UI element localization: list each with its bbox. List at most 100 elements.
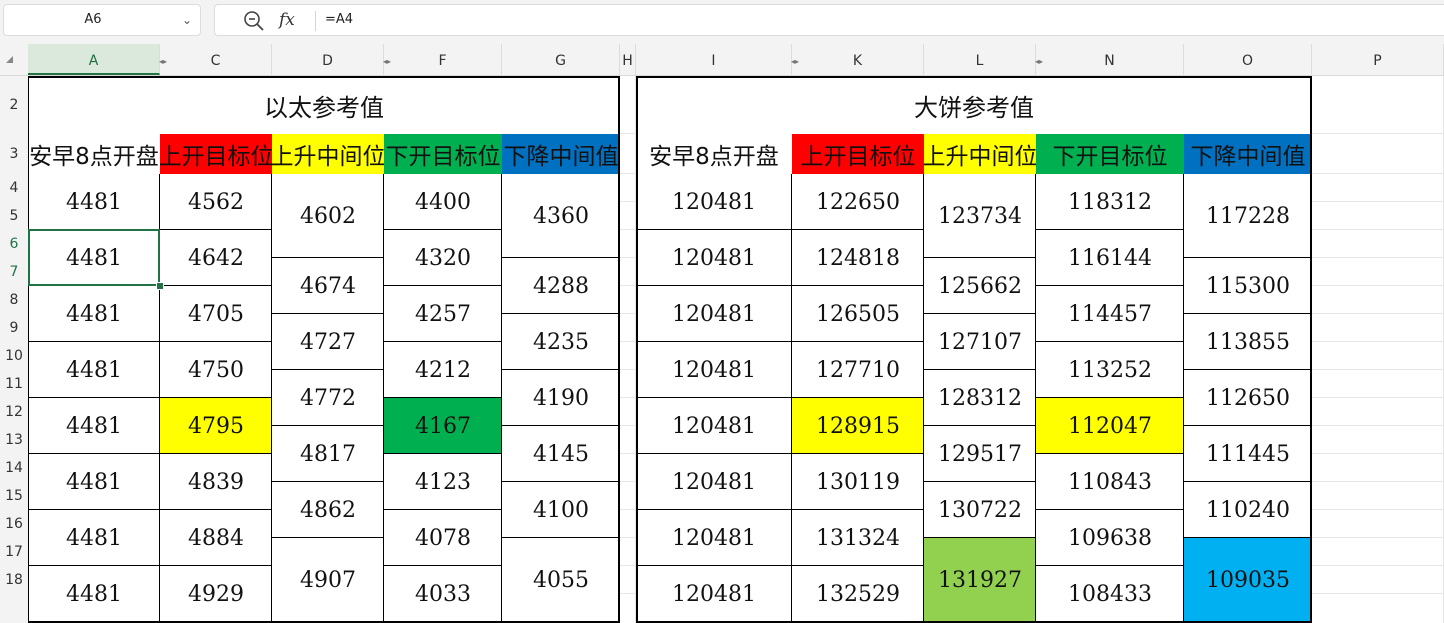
data-cell-down-mid[interactable]: 4288 [502,258,620,314]
column-header-d[interactable]: D ◂▸ [272,44,391,75]
data-cell-down-target[interactable]: 118312 [1036,174,1184,230]
data-cell-up-mid[interactable]: 128312 [924,370,1036,426]
zoom-icon[interactable] [243,10,265,32]
data-cell-up-target[interactable]: 4795 [160,398,272,454]
selected-cell[interactable] [28,229,160,286]
data-cell-down-mid[interactable]: 110240 [1184,482,1312,538]
function-icon[interactable]: fx [279,7,295,33]
row-header-18[interactable]: 18 [0,566,28,594]
row-header-14[interactable]: 14 [0,454,28,482]
data-cell-open-price[interactable]: 120481 [636,230,792,286]
column-title-down-mid[interactable]: 下降中间值 [502,134,620,174]
data-cell-open-price[interactable]: 120481 [636,286,792,342]
data-cell-up-target[interactable]: 4705 [160,286,272,342]
data-cell-up-mid[interactable]: 4674 [272,258,384,314]
column-title-up-target[interactable]: 上开目标位 [792,134,924,174]
column-title-up-mid[interactable]: 上升中间位 [924,134,1036,174]
data-cell-up-target[interactable]: 126505 [792,286,924,342]
data-cell-up-target[interactable]: 4884 [160,510,272,566]
data-cell-up-target[interactable]: 132529 [792,566,924,623]
data-cell-down-target[interactable]: 110843 [1036,454,1184,510]
data-cell-up-target[interactable]: 124818 [792,230,924,286]
data-cell-up-mid[interactable]: 130722 [924,482,1036,538]
row-header-17[interactable]: 17 [0,538,28,566]
data-cell-up-mid[interactable]: 4602 [272,174,384,258]
hidden-columns-icon[interactable]: ◂▸ [159,58,167,66]
data-cell-open-price[interactable]: 120481 [636,510,792,566]
data-cell-open-price[interactable]: 120481 [636,398,792,454]
data-cell-open-price[interactable]: 4481 [28,510,160,566]
data-cell-down-target[interactable]: 116144 [1036,230,1184,286]
data-cell-down-target[interactable]: 109638 [1036,510,1184,566]
column-title-down-target[interactable]: 下开目标位 [1036,134,1184,174]
data-cell-down-target[interactable]: 114457 [1036,286,1184,342]
section-title[interactable]: 以太参考值 [28,76,620,134]
row-header-9[interactable]: 9 [0,314,28,342]
column-header-a[interactable]: A ◂▸ [28,44,167,75]
data-cell-open-price[interactable]: 4481 [28,342,160,398]
data-cell-open-price[interactable]: 120481 [636,342,792,398]
column-header-i[interactable]: I ◂▸ [636,44,799,75]
column-header-f[interactable]: F [384,44,502,75]
row-header-7[interactable]: 7 [0,258,28,286]
column-header-c[interactable]: C [160,44,272,75]
data-cell-down-mid[interactable]: 4190 [502,370,620,426]
data-cell-up-target[interactable]: 131324 [792,510,924,566]
data-cell-down-target[interactable]: 113252 [1036,342,1184,398]
data-cell-up-mid[interactable]: 4907 [272,538,384,623]
data-cell-up-mid[interactable]: 129517 [924,426,1036,482]
data-cell-open-price[interactable]: 120481 [636,174,792,230]
column-title-up-target[interactable]: 上开目标位 [160,134,272,174]
column-header-g[interactable]: G [502,44,620,75]
data-cell-down-target[interactable]: 112047 [1036,398,1184,454]
data-cell-up-mid[interactable]: 125662 [924,258,1036,314]
data-cell-up-mid[interactable]: 4772 [272,370,384,426]
data-cell-up-mid[interactable]: 127107 [924,314,1036,370]
data-cell-open-price[interactable]: 4481 [28,566,160,623]
column-title-open-price[interactable]: 安早8点开盘 [636,134,792,174]
data-cell-down-mid[interactable]: 4235 [502,314,620,370]
hidden-columns-icon[interactable]: ◂▸ [383,58,391,66]
data-cell-up-target[interactable]: 4929 [160,566,272,623]
data-cell-down-target[interactable]: 4212 [384,342,502,398]
data-cell-open-price[interactable]: 120481 [636,566,792,623]
formula-input[interactable]: =A4 [325,5,353,35]
data-cell-up-target[interactable]: 4642 [160,230,272,286]
data-cell-down-mid[interactable]: 113855 [1184,314,1312,370]
column-header-p[interactable]: P [1312,44,1444,75]
row-header-16[interactable]: 16 [0,510,28,538]
data-cell-up-target[interactable]: 4839 [160,454,272,510]
section-title[interactable]: 大饼参考值 [636,76,1312,134]
row-header-4[interactable]: 4 [0,174,28,202]
data-cell-down-mid[interactable]: 109035 [1184,538,1312,623]
hidden-columns-icon[interactable]: ◂▸ [1035,58,1043,66]
column-title-down-mid[interactable]: 下降中间值 [1184,134,1312,174]
formula-input-area[interactable]: fx =A4 [214,4,1444,36]
select-all-corner[interactable] [0,44,28,76]
data-cell-up-mid[interactable]: 4862 [272,482,384,538]
data-cell-up-target[interactable]: 128915 [792,398,924,454]
data-cell-up-mid[interactable]: 131927 [924,538,1036,623]
column-title-open-price[interactable]: 安早8点开盘 [28,134,160,174]
row-header-8[interactable]: 8 [0,286,28,314]
data-cell-down-mid[interactable]: 117228 [1184,174,1312,258]
column-title-up-mid[interactable]: 上升中间位 [272,134,384,174]
spreadsheet-grid[interactable]: 以太参考值 安早8点开盘 上开目标位 上升中间位 下开目标位 下降中间值 4481 4481 4… [28,76,1444,623]
data-cell-open-price[interactable]: 4481 [28,286,160,342]
data-cell-down-target[interactable]: 4078 [384,510,502,566]
data-cell-down-target[interactable]: 4033 [384,566,502,623]
row-header-3[interactable]: 3 [0,134,28,174]
data-cell-down-mid[interactable]: 4360 [502,174,620,258]
data-cell-down-target[interactable]: 108433 [1036,566,1184,623]
data-cell-up-mid[interactable]: 4817 [272,426,384,482]
data-cell-down-target[interactable]: 4167 [384,398,502,454]
data-cell-down-mid[interactable]: 111445 [1184,426,1312,482]
column-header-n[interactable]: N [1036,44,1184,75]
row-header-12[interactable]: 12 [0,398,28,426]
row-header-6[interactable]: 6 [0,230,28,258]
data-cell-open-price[interactable]: 4481 [28,398,160,454]
data-cell-open-price[interactable]: 4481 [28,454,160,510]
data-cell-down-mid[interactable]: 115300 [1184,258,1312,314]
row-header-5[interactable]: 5 [0,202,28,230]
data-cell-down-target[interactable]: 4400 [384,174,502,230]
